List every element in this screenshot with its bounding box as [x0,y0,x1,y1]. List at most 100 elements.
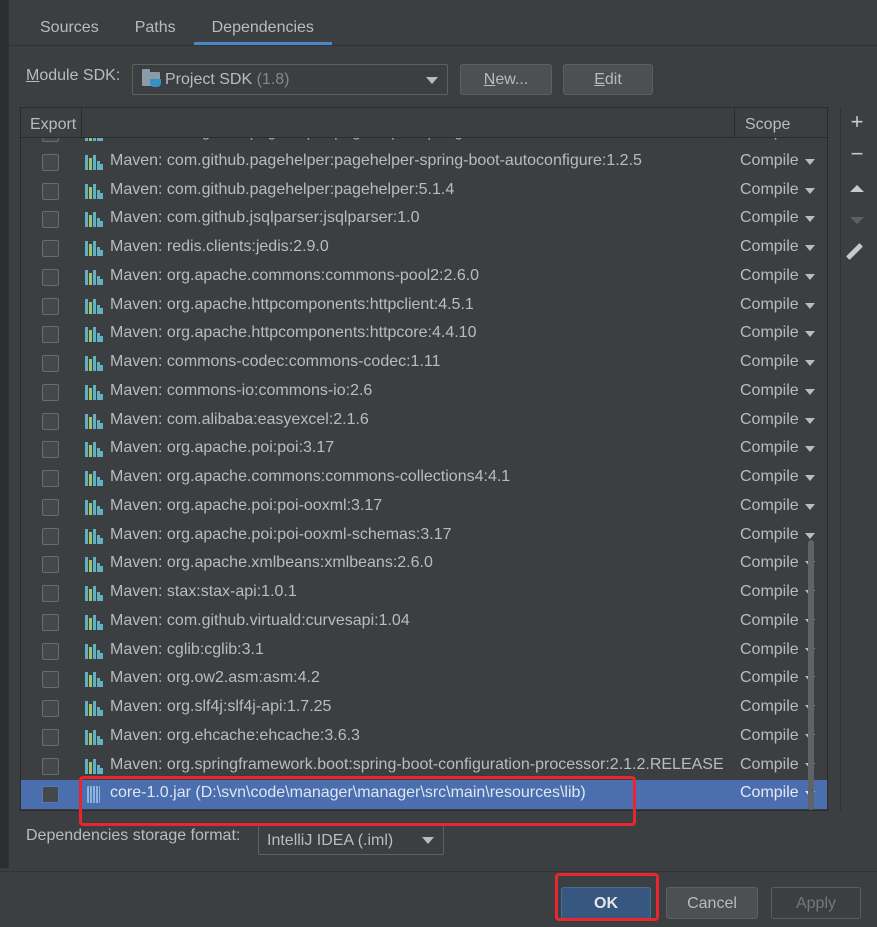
table-row[interactable]: Maven: org.springframework.boot:spring-b… [21,752,827,781]
export-checkbox[interactable] [42,153,59,171]
table-row[interactable]: Maven: stax:stax-api:1.0.1 Compile [21,579,827,608]
chevron-down-icon [426,77,438,84]
table-row[interactable]: Maven: org.ow2.asm:asm:4.2 Compile [21,665,827,694]
table-row[interactable]: Maven: commons-io:commons-io:2.6 Compile [21,378,827,407]
scope-select[interactable]: Compile [740,181,827,199]
maven-library-icon [85,356,103,371]
table-row[interactable]: Maven: com.github.pagehelper:pagehelper:… [21,177,827,206]
move-up-button[interactable] [845,177,869,201]
tab-sources[interactable]: Sources [22,0,117,45]
export-checkbox[interactable] [42,527,59,545]
scope-value: Compile [740,583,799,600]
scope-select[interactable]: Compile [740,382,827,400]
scope-select[interactable]: Compile [740,439,827,457]
chevron-down-icon [805,475,815,481]
move-down-button[interactable] [845,208,869,232]
export-checkbox[interactable] [42,642,59,660]
export-checkbox[interactable] [42,757,59,775]
tab-dependencies[interactable]: Dependencies [193,0,333,45]
table-row[interactable]: Maven: redis.clients:jedis:2.9.0 Compile [21,234,827,263]
table-row[interactable]: Maven: cglib:cglib:3.1 Compile [21,637,827,666]
maven-library-icon [85,269,103,285]
storage-format-label: Dependencies storage format: [26,827,241,844]
table-row[interactable]: Maven: org.apache.httpcomponents:httpcor… [21,320,827,349]
maven-library-icon [85,442,103,458]
scope-select[interactable]: Compile [740,411,827,429]
scope-select[interactable]: Compile [740,497,827,515]
table-row[interactable]: Maven: org.apache.commons:commons-collec… [21,464,827,493]
table-body[interactable]: Maven: com.github.pagehelper:pagehelper-… [21,138,827,810]
edit-sdk-button[interactable]: Edit [563,64,653,95]
dependency-name: Maven: org.apache.poi:poi-ooxml:3.17 [110,496,383,514]
table-row[interactable]: Maven: com.github.pagehelper:pagehelper-… [21,148,827,177]
table-row[interactable]: Maven: commons-codec:commons-codec:1.11 C… [21,349,827,378]
export-checkbox[interactable] [42,138,59,142]
export-checkbox[interactable] [42,728,59,746]
table-row[interactable]: Maven: org.ehcache:ehcache:3.6.3 Compile [21,723,827,752]
export-checkbox[interactable] [42,355,59,372]
export-checkbox[interactable] [42,297,59,315]
export-checkbox[interactable] [42,412,59,430]
scope-select[interactable]: Compile [740,296,827,314]
export-checkbox[interactable] [42,211,59,229]
dependency-name: Maven: com.alibaba:easyexcel:2.1.6 [110,410,369,428]
export-checkbox[interactable] [42,613,59,631]
table-row[interactable]: Maven: org.slf4j:slf4j-api:1.7.25 Compile [21,694,827,723]
ok-button[interactable]: OK [561,887,651,919]
storage-format-select[interactable]: IntelliJ IDEA (.iml) [258,824,444,855]
new-sdk-button[interactable]: New... [460,64,552,95]
export-checkbox[interactable] [42,671,59,689]
module-sdk-select[interactable]: Project SDK (1.8) [132,64,448,95]
add-dependency-button[interactable]: + [845,111,869,135]
scope-select[interactable]: Compile [740,526,827,544]
dependency-name: Maven: org.ehcache:ehcache:3.6.3 [110,726,360,744]
scope-select[interactable]: Compile [740,468,827,486]
table-row[interactable]: Maven: org.apache.xmlbeans:xmlbeans:2.6.… [21,550,827,579]
table-row[interactable]: Maven: org.apache.poi:poi-ooxml-schemas:… [21,522,827,551]
export-checkbox[interactable] [42,585,59,602]
export-checkbox[interactable] [42,268,59,286]
table-row[interactable]: Maven: com.alibaba:easyexcel:2.1.6 Compil… [21,407,827,436]
edit-dependency-button[interactable] [845,240,869,264]
scope-select[interactable]: Compile [740,324,827,342]
dependency-toolbar: + − [840,107,872,811]
cancel-button[interactable]: Cancel [666,887,758,919]
table-row[interactable]: Maven: org.apache.poi:poi:3.17 Compile [21,435,827,464]
export-checkbox[interactable] [42,240,59,257]
export-checkbox[interactable] [42,383,59,401]
column-header-export[interactable]: Export [21,108,82,138]
export-checkbox[interactable] [42,326,59,344]
scope-select[interactable]: Compile [740,267,827,285]
table-row[interactable]: core-1.0.jar (D:\svn\code\manager\manage… [21,780,827,809]
table-row[interactable]: Maven: org.apache.poi:poi-ooxml:3.17 Comp… [21,493,827,522]
export-checkbox[interactable] [42,470,59,487]
table-row[interactable]: Maven: org.apache.httpcomponents:httpcli… [21,292,827,321]
table-header: Export Scope [21,108,827,138]
apply-button[interactable]: Apply [771,887,861,919]
export-checkbox[interactable] [42,556,59,574]
export-checkbox[interactable] [42,182,59,200]
table-row[interactable]: Maven: com.github.pagehelper:pagehelper-… [21,138,827,148]
chevron-down-icon [805,245,815,251]
storage-format-value: IntelliJ IDEA (.iml) [267,832,394,849]
export-checkbox[interactable] [42,498,59,516]
export-checkbox[interactable] [42,786,59,804]
scope-select[interactable]: Compile [740,353,827,371]
scope-select[interactable]: Compile [740,152,827,170]
scope-select[interactable]: Compile [740,209,827,227]
scope-value: Compile [740,669,799,687]
chevron-down-icon [805,187,815,194]
minus-icon: − [850,141,864,166]
column-header-scope[interactable]: Scope [734,108,827,138]
export-checkbox[interactable] [42,441,59,459]
maven-library-icon [85,729,103,745]
export-checkbox[interactable] [42,700,59,717]
table-scrollbar[interactable] [808,540,814,810]
remove-dependency-button[interactable]: − [845,143,869,167]
scope-select[interactable]: Compile [740,138,827,141]
table-row[interactable]: Maven: com.github.jsqlparser:jsqlparser:… [21,205,827,234]
table-row[interactable]: Maven: org.apache.commons:commons-pool2:… [21,263,827,292]
table-row[interactable]: Maven: com.github.virtuald:curvesapi:1.0… [21,608,827,637]
scope-select[interactable]: Compile [740,238,827,256]
tab-paths[interactable]: Paths [117,0,194,45]
